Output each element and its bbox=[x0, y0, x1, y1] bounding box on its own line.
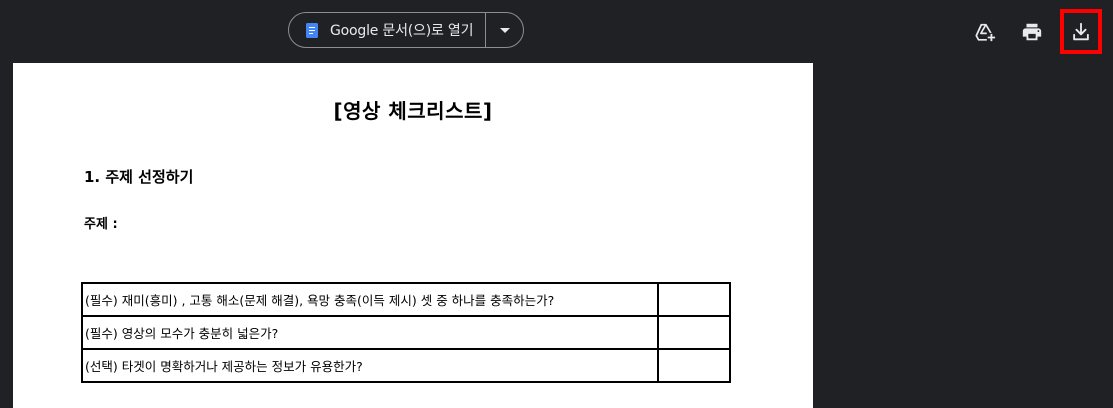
docs-icon bbox=[306, 22, 318, 38]
checklist-question: (선택) 타겟이 명확하거나 제공하는 정보가 유용한가? bbox=[81, 348, 659, 383]
open-with-dropdown-button[interactable] bbox=[486, 13, 523, 47]
add-to-drive-icon bbox=[975, 23, 996, 43]
print-icon bbox=[1022, 23, 1042, 41]
open-with-google-docs-control: Google 문서(으)로 열기 bbox=[288, 12, 524, 48]
table-row: (선택) 타겟이 명확하거나 제공하는 정보가 유용한가? bbox=[81, 348, 731, 383]
section-heading: 1. 주제 선정하기 bbox=[84, 168, 194, 186]
table-row: (필수) 재미(흥미) , 고통 해소(문제 해결), 욕망 충족(이득 제시)… bbox=[81, 282, 731, 317]
dropdown-caret-icon bbox=[499, 27, 510, 33]
table-row: (필수) 영상의 모수가 충분히 넓은가? bbox=[81, 315, 731, 350]
download-highlight-box bbox=[1060, 9, 1102, 54]
print-button[interactable] bbox=[1012, 12, 1052, 52]
checklist-check-cell bbox=[657, 348, 731, 383]
open-with-label: Google 문서(으)로 열기 bbox=[330, 23, 474, 39]
checklist-question: (필수) 재미(흥미) , 고통 해소(문제 해결), 욕망 충족(이득 제시)… bbox=[81, 282, 659, 317]
checklist-question: (필수) 영상의 모수가 충분히 넓은가? bbox=[81, 315, 659, 350]
document-page: [영상 체크리스트] 1. 주제 선정하기 주제 : (필수) 재미(흥미) ,… bbox=[13, 63, 813, 408]
add-to-drive-button[interactable] bbox=[965, 12, 1005, 52]
checklist-table: (필수) 재미(흥미) , 고통 해소(문제 해결), 욕망 충족(이득 제시)… bbox=[81, 282, 731, 383]
topic-label: 주제 : bbox=[84, 217, 118, 232]
checklist-check-cell bbox=[657, 315, 731, 350]
checklist-check-cell bbox=[657, 282, 731, 317]
open-with-google-docs-button[interactable]: Google 문서(으)로 열기 bbox=[289, 13, 485, 47]
document-title: [영상 체크리스트] bbox=[333, 99, 493, 123]
